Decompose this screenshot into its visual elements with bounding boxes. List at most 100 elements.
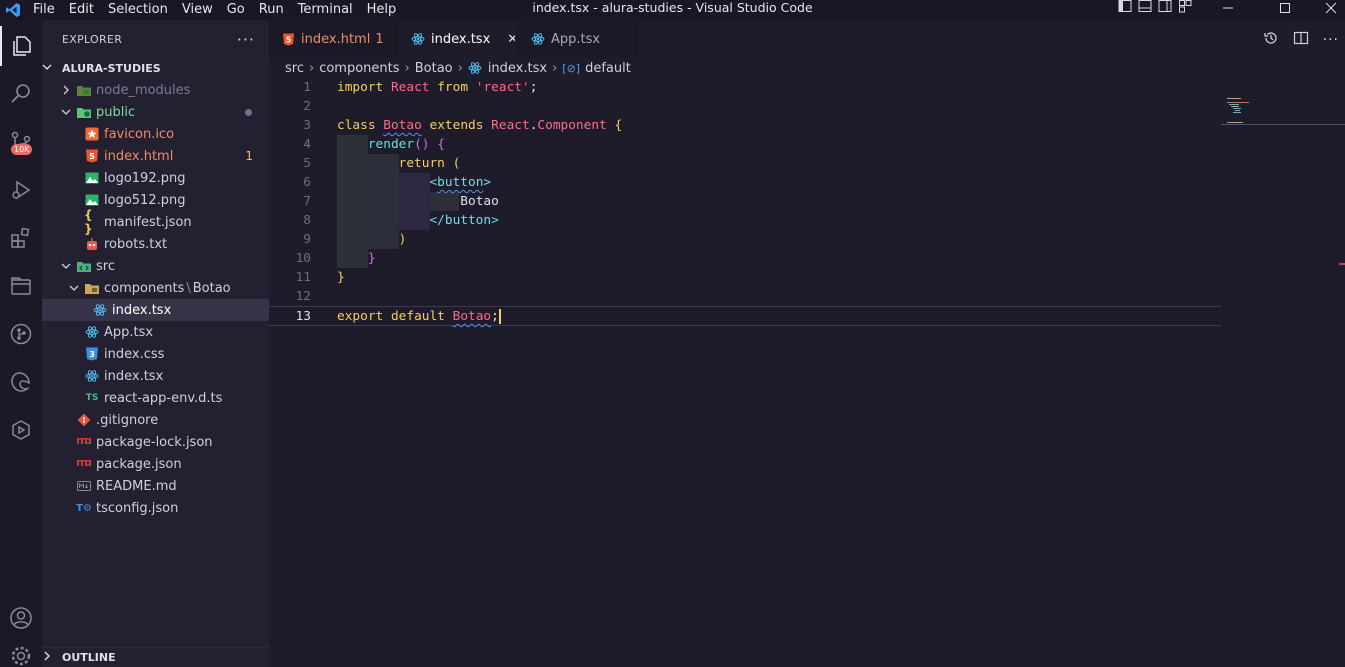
line-number: 11: [295, 270, 311, 285]
chevron-down-icon: [42, 62, 62, 75]
breadcrumb-symbol[interactable]: default: [585, 61, 631, 76]
react-icon: [531, 32, 545, 46]
react-icon: [92, 302, 108, 318]
tree-file-package-lock[interactable]: package-lock.json: [42, 431, 269, 453]
menu-terminal[interactable]: Terminal: [291, 0, 360, 20]
breadcrumb-src[interactable]: src: [285, 61, 304, 76]
chevron-down-icon: [68, 283, 80, 293]
tree-folder-node-modules[interactable]: node_modules: [42, 79, 269, 101]
image-icon: [84, 192, 100, 208]
tab-index-tsx[interactable]: index.tsx ✕: [399, 20, 518, 58]
menu-help[interactable]: Help: [360, 0, 404, 20]
source-control-badge: 10K: [11, 144, 33, 155]
toggle-panel-icon[interactable]: [1138, 0, 1152, 17]
search-icon[interactable]: [0, 74, 42, 114]
minimap-cursor-line: [1221, 124, 1345, 125]
menu-view[interactable]: View: [175, 0, 220, 20]
tree-label: public: [96, 104, 136, 120]
tree-file-gitignore[interactable]: .gitignore: [42, 409, 269, 431]
remote-explorer-icon[interactable]: [0, 266, 42, 306]
toggle-secondary-sidebar-icon[interactable]: [1158, 0, 1172, 17]
outline-label: OUTLINE: [62, 651, 116, 664]
split-editor-icon[interactable]: [1293, 30, 1309, 50]
toggle-primary-sidebar-icon[interactable]: [1118, 0, 1132, 17]
menu-selection[interactable]: Selection: [101, 0, 175, 20]
tree-folder-src[interactable]: src: [42, 255, 269, 277]
close-window-button[interactable]: [1325, 0, 1337, 16]
tree-folder-components-botao[interactable]: components \ Botao: [42, 277, 269, 299]
line-number: 8: [303, 213, 311, 228]
chevron-right-icon: ›: [457, 60, 463, 76]
tree-label: robots.txt: [104, 236, 168, 252]
tree-file-robots[interactable]: robots.txt: [42, 233, 269, 255]
tab-label: index.tsx: [431, 31, 491, 47]
line-number: 10: [295, 251, 311, 266]
tree-file-tsconfig[interactable]: T⚙ tsconfig.json: [42, 497, 269, 519]
line-number: 2: [303, 99, 311, 114]
tree-label: index.tsx: [112, 302, 172, 318]
tree-file-logo192[interactable]: logo192.png: [42, 167, 269, 189]
settings-gear-icon[interactable]: [0, 644, 42, 667]
css3-icon: 3: [84, 346, 100, 362]
tree-file-app-tsx[interactable]: App.tsx: [42, 321, 269, 343]
outline-section[interactable]: OUTLINE: [42, 647, 269, 667]
chevron-right-icon: ›: [404, 60, 410, 76]
breadcrumb-file[interactable]: index.tsx: [488, 61, 547, 76]
customize-layout-icon[interactable]: [1178, 0, 1192, 17]
menu-bar: File Edit Selection View Go Run Terminal…: [26, 0, 403, 20]
tree-file-readme[interactable]: README.md: [42, 475, 269, 497]
breadcrumb-components[interactable]: components: [319, 61, 399, 76]
more-actions-icon[interactable]: ···: [1323, 32, 1339, 48]
tree-label: logo192.png: [104, 170, 186, 186]
menu-edit[interactable]: Edit: [62, 0, 101, 20]
explorer-icon[interactable]: [0, 26, 42, 66]
code-text: }: [367, 251, 376, 266]
git-graph-icon[interactable]: [0, 314, 42, 354]
workspace-root[interactable]: ALURA-STUDIES: [42, 58, 269, 78]
tree-folder-public[interactable]: public: [42, 101, 269, 123]
tab-app-tsx[interactable]: App.tsx: [515, 20, 639, 58]
tree-label: node_modules: [96, 82, 191, 98]
menu-run[interactable]: Run: [252, 0, 291, 20]
vscode-logo-icon[interactable]: [0, 0, 26, 20]
minimize-button[interactable]: [1222, 0, 1234, 16]
run-debug-icon[interactable]: [0, 170, 42, 210]
extensions-icon[interactable]: [0, 218, 42, 258]
line-number: 4: [303, 137, 311, 152]
robot-icon: [84, 236, 100, 252]
react-icon: [84, 324, 100, 340]
tree-label: .gitignore: [96, 412, 159, 428]
tree-file-index-css[interactable]: 3 index.css: [42, 343, 269, 365]
chevron-right-icon: ›: [552, 60, 558, 76]
code-text: export default Botao;: [337, 309, 501, 324]
tree-file-package-json[interactable]: package.json: [42, 453, 269, 475]
account-icon[interactable]: [0, 598, 42, 638]
maximize-button[interactable]: [1279, 0, 1291, 16]
tree-file-index-html[interactable]: 5 index.html 1: [42, 145, 269, 167]
breadcrumb-botao[interactable]: Botao: [415, 61, 453, 76]
tree-label: logo512.png: [104, 192, 186, 208]
tree-file-index-tsx-selected[interactable]: index.tsx: [42, 299, 269, 321]
timeline-history-icon[interactable]: [1263, 30, 1279, 50]
tree-label: index.tsx: [104, 368, 164, 384]
more-actions-icon[interactable]: ···: [237, 30, 255, 49]
tree-file-manifest[interactable]: { } manifest.json: [42, 208, 269, 236]
code-line: 4 render() {: [269, 135, 1221, 154]
minimap[interactable]: [1221, 78, 1345, 667]
star-icon: [84, 126, 100, 142]
tree-file-favicon[interactable]: favicon.ico: [42, 123, 269, 145]
text-cursor: [498, 309, 501, 324]
tree-label: README.md: [96, 478, 177, 494]
tree-file-react-app-env[interactable]: TS react-app-env.d.ts: [42, 387, 269, 409]
tab-index-html[interactable]: 5 index.html 1: [269, 20, 399, 58]
edge-devtools-icon[interactable]: [0, 362, 42, 402]
tsconfig-icon: T⚙: [76, 502, 92, 514]
menu-go[interactable]: Go: [220, 0, 252, 20]
svg-text:5: 5: [285, 35, 290, 44]
live-share-icon[interactable]: [0, 410, 42, 450]
tree-file-index-tsx[interactable]: index.tsx: [42, 365, 269, 387]
tree-file-logo512[interactable]: logo512.png: [42, 189, 269, 211]
menu-file[interactable]: File: [26, 0, 62, 20]
tab-problem-count: 1: [375, 31, 384, 47]
source-control-icon[interactable]: 10K: [0, 122, 42, 162]
